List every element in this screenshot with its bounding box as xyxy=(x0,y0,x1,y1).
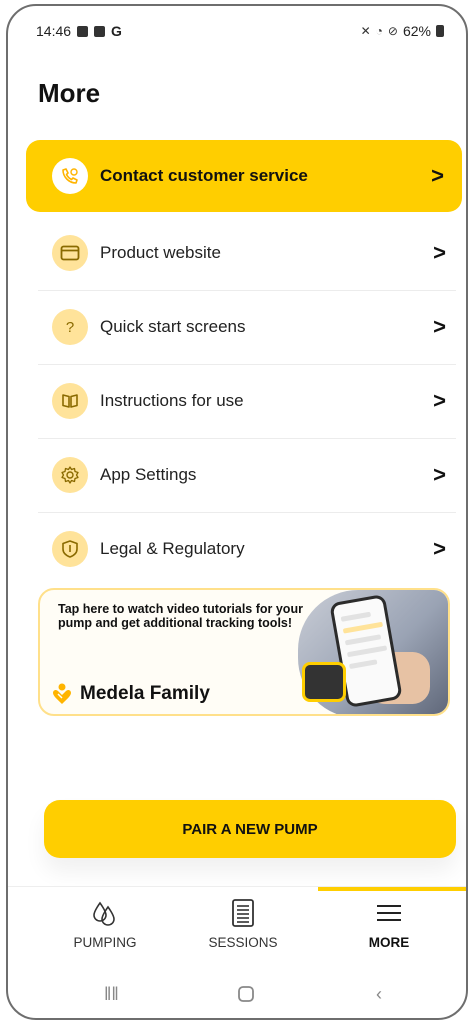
battery-icon xyxy=(436,25,444,37)
divider xyxy=(38,512,456,513)
banner-text: Tap here to watch video tutorials for yo… xyxy=(58,602,303,630)
list-icon xyxy=(168,897,318,929)
menu-item-product-website[interactable]: Product website > xyxy=(38,218,456,288)
back-icon[interactable]: ‹ xyxy=(376,984,382,1005)
status-time: 14:46 xyxy=(36,23,72,39)
message-icon xyxy=(94,25,106,37)
menu-item-app-settings[interactable]: App Settings > xyxy=(38,440,456,510)
phone-support-icon xyxy=(52,158,88,194)
banner-brand: Medela Family xyxy=(50,682,210,706)
chevron-right-icon: > xyxy=(433,462,446,487)
tab-label: PUMPING xyxy=(73,935,137,950)
shield-icon xyxy=(52,531,88,567)
menu-label: Legal & Regulatory xyxy=(100,539,245,558)
home-icon[interactable] xyxy=(236,984,256,1009)
pair-new-pump-button[interactable]: PAIR A NEW PUMP xyxy=(44,800,456,858)
tab-sessions[interactable]: SESSIONS xyxy=(168,897,318,965)
notification-icon xyxy=(77,25,89,37)
banner-photo xyxy=(298,590,448,714)
divider xyxy=(38,438,456,439)
medela-heart-logo-icon xyxy=(53,683,71,704)
brand-name: Medela Family xyxy=(80,683,210,704)
chevron-right-icon: > xyxy=(431,163,444,188)
menu-label: Product website xyxy=(100,243,221,262)
chevron-right-icon: > xyxy=(433,388,446,413)
phone-frame: 14:46 G ✕ ◔ ⊘ 62% More Contact customer … xyxy=(6,4,468,1020)
divider xyxy=(38,290,456,291)
menu-item-quick-start-screens[interactable]: ? Quick start screens > xyxy=(38,292,456,362)
book-icon xyxy=(52,383,88,419)
status-right: ✕ ◔ ⊘ 62% xyxy=(361,23,444,39)
medela-family-banner[interactable]: Tap here to watch video tutorials for yo… xyxy=(38,588,450,716)
question-mark-icon: ? xyxy=(52,309,88,345)
gear-icon xyxy=(52,457,88,493)
bottom-nav: PUMPING SESSIONS MORE xyxy=(8,886,466,966)
active-tab-indicator xyxy=(318,887,466,891)
page-title: More xyxy=(38,78,101,108)
menu-icon xyxy=(314,897,464,929)
chevron-right-icon: > xyxy=(433,240,446,265)
recent-apps-icon[interactable]: ‖‖ xyxy=(104,984,119,1005)
menu-item-legal-regulatory[interactable]: Legal & Regulatory > xyxy=(38,514,456,584)
divider xyxy=(38,364,456,365)
battery-percent: 62% xyxy=(402,23,431,39)
status-bar: 14:46 G ✕ ◔ ⊘ 62% xyxy=(8,6,466,52)
menu-item-instructions-for-use[interactable]: Instructions for use > xyxy=(38,366,456,436)
tab-more[interactable]: MORE xyxy=(314,897,464,965)
mute-icon: ✕ xyxy=(360,24,371,38)
chevron-right-icon: > xyxy=(433,314,446,339)
menu-label: Instructions for use xyxy=(100,391,244,410)
status-left: 14:46 G xyxy=(36,23,122,39)
menu-item-contact-customer-service[interactable]: Contact customer service > xyxy=(26,140,462,212)
google-icon: G xyxy=(111,23,122,39)
dnd-icon: ⊘ xyxy=(387,24,398,38)
system-nav-bar: ‖‖ ‹ xyxy=(8,974,466,1018)
browser-window-icon xyxy=(52,235,88,271)
wifi-icon: ◔ xyxy=(375,24,383,38)
pump-image xyxy=(302,662,346,702)
tab-label: SESSIONS xyxy=(208,935,278,950)
tab-label: MORE xyxy=(368,935,410,950)
menu-label: Quick start screens xyxy=(100,317,246,336)
drops-icon xyxy=(30,897,180,929)
chevron-right-icon: > xyxy=(433,536,446,561)
menu-label: Contact customer service xyxy=(100,166,308,185)
tab-pumping[interactable]: PUMPING xyxy=(30,897,180,965)
menu-label: App Settings xyxy=(100,465,197,484)
